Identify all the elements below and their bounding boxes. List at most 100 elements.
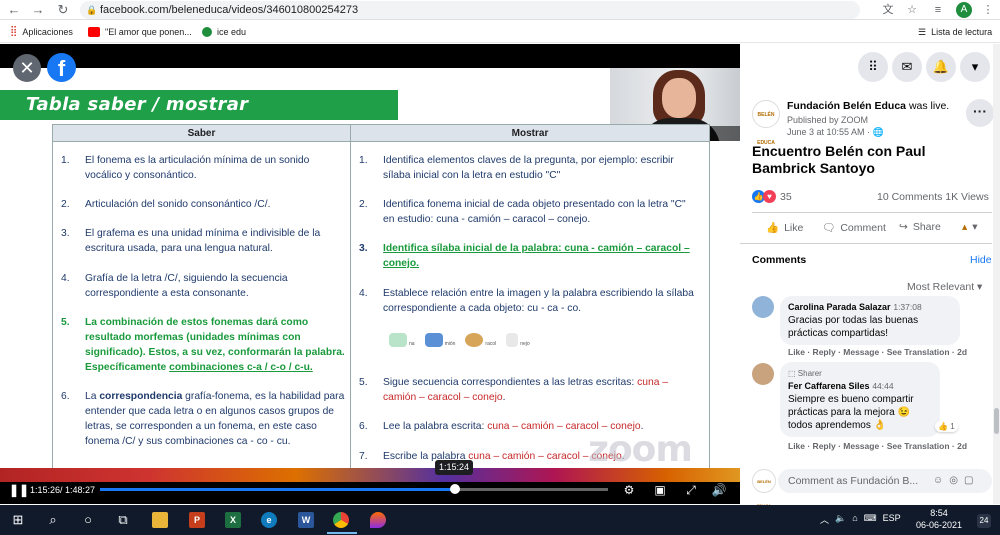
fullscreen-icon[interactable]: ⤢ [683,483,699,498]
divider [740,243,992,244]
truck-icon [424,333,443,347]
col-header-mostrar: Mostrar [351,125,709,142]
chevron-down-icon: ▾ [972,221,978,233]
file-explorer-icon[interactable] [152,512,168,528]
settings-icon[interactable]: ⚙ [621,483,637,497]
avatar[interactable] [752,363,774,385]
search-icon[interactable]: ⌕ [38,505,68,535]
comment-icon: 🗨 [822,222,836,234]
mostrar-item: 4. Establece relación entre la imagen y l… [359,288,694,314]
camera-icon[interactable]: ◎ [949,475,958,486]
seek-handle[interactable] [449,484,460,494]
gif-icon[interactable]: ▢ [964,475,973,486]
love-reaction-icon: ♥ [763,190,776,203]
translate-icon[interactable]: 文 [880,2,896,18]
bookmark-youtube[interactable]: "El amor que ponen... [88,21,192,43]
post-header: Fundación Belén Educa was live. [787,100,950,112]
notification-center-icon[interactable]: 24 [977,514,991,528]
apps-grid-icon: ⣿ [10,26,18,37]
comment-like-count[interactable]: 👍 1 [935,421,958,432]
comment-input-tools: ☺ ◎ ▢ [933,475,973,486]
comment-button[interactable]: 🗨 Comment [822,221,886,235]
apps-bookmark[interactable]: ⣿ Aplicaciones [10,21,73,43]
paint-app-icon[interactable] [370,512,386,528]
comment-view-counts[interactable]: 10 Comments 1K Views [877,191,989,203]
post-time[interactable]: June 3 at 10:55 AM · 🌐 [787,127,884,138]
saber-item: 4. Grafía de la letra /C/, siguiendo la s… [61,273,288,299]
like-button[interactable]: 👍 Like [766,221,803,235]
url-text: facebook.com/beleneduca/videos/346010800… [100,4,359,16]
profile-avatar[interactable]: A [956,2,972,18]
active-app-indicator [327,532,357,534]
volume-tray-icon[interactable]: 🔈 [835,513,846,526]
pip-icon[interactable]: ▣ [652,483,668,497]
word-icon[interactable]: W [298,512,314,528]
comment-actions[interactable]: Like · Reply · Message · See Translation… [788,441,967,451]
page-name-link[interactable]: Fundación Belén Educa [787,100,906,112]
keyboard-icon[interactable]: ⌨ [864,513,877,526]
like-reaction-icon: 👍 [938,422,948,431]
more-options-icon[interactable]: ··· [966,99,994,127]
avatar[interactable] [752,296,774,318]
forward-icon[interactable]: → [30,2,46,18]
pause-icon[interactable]: ❚❚ [9,483,29,497]
reading-list-icon[interactable]: ≡ [930,2,946,18]
account-dropdown-icon[interactable]: ▾ [960,52,990,82]
cortana-icon[interactable]: ○ [73,505,103,535]
video-top-bar [0,44,740,68]
messenger-icon[interactable]: ✉ [892,52,922,82]
taskbar-clock[interactable]: 8:54 06-06-2021 [916,507,962,531]
comment-bubble: Carolina Parada Salazar 1:37:08 Gracias … [780,296,960,345]
scrollbar[interactable] [993,44,1000,504]
caret-down-icon: ▾ [977,281,983,293]
menu-grid-icon[interactable]: ⠿ [858,52,888,82]
scrollbar-thumb[interactable] [994,408,999,434]
bookmark-ice-edu[interactable]: ice edu [202,21,246,43]
comment-text: Siempre es bueno compartir prácticas par… [788,394,914,431]
task-view-icon[interactable]: ⧉ [108,505,138,535]
close-icon[interactable]: ✕ [13,54,41,82]
page-logo[interactable]: BELÉN EDUCA [752,100,780,146]
commenter-name[interactable]: Fer Caffarena Siles [788,381,870,391]
post-as-dropdown[interactable]: ▴ ▾ [962,221,978,233]
mostrar-item: 5. Sigue secuencia correspondientes a las… [359,377,669,403]
browser-toolbar: ← → ↻ 🔒 facebook.com/beleneduca/videos/3… [0,0,1000,20]
tray-chevron-icon[interactable]: ︿ [820,513,829,526]
saber-item: 2. Articulación del sonido consonántico /… [61,199,271,210]
facebook-logo-icon[interactable]: f [47,53,76,82]
reload-icon[interactable]: ↻ [55,2,71,18]
youtube-icon [88,27,100,37]
mostrar-item-highlight: 3. Identifica sílaba inicial de la palabr… [359,243,690,269]
commenter-name[interactable]: Carolina Parada Salazar [788,302,891,312]
reading-list-icon: ☰ [918,27,927,37]
windows-start-icon[interactable]: ⊞ [3,505,33,535]
fb-top-actions: ⠿ ✉ 🔔 ▾ [740,44,1000,90]
video-player[interactable]: ✕ f Tabla saber / mostrar Alejandra Dan.… [0,44,740,504]
back-icon[interactable]: ← [6,2,22,18]
address-bar[interactable]: 🔒 facebook.com/beleneduca/videos/3460108… [80,1,860,19]
sharer-badge-icon: ⬚ [788,369,796,378]
language-indicator[interactable]: ESP [883,513,901,526]
excel-icon[interactable]: X [225,512,241,528]
snail-icon [465,333,484,347]
cradle-icon [389,333,407,347]
hide-comments-link[interactable]: Hide [970,254,992,266]
reading-list-button[interactable]: ☰ Lista de lectura [918,21,992,43]
emoji-icon[interactable]: ☺ [933,475,943,486]
saber-item: 6. La correspondencia grafía-fonema, es l… [61,391,345,447]
comment-actions[interactable]: Like · Reply · Message · See Translation… [788,347,967,357]
seek-progress [100,488,455,491]
powerpoint-icon[interactable]: P [189,512,205,528]
share-button[interactable]: ↪ Share [899,221,941,233]
star-icon[interactable]: ☆ [904,2,920,18]
ice-edu-icon [202,27,212,37]
chrome-icon[interactable] [333,512,349,528]
volume-icon[interactable]: 🔊 [711,483,727,497]
comment-sort-dropdown[interactable]: Most Relevant ▾ [907,281,982,293]
network-icon[interactable]: ⌂ [852,513,857,526]
menu-icon[interactable]: ⋮ [980,2,996,18]
edge-icon[interactable]: e [261,512,277,528]
reaction-summary[interactable]: 👍 ♥ 35 [752,190,792,203]
notifications-icon[interactable]: 🔔 [926,52,956,82]
slide-title: Tabla saber / mostrar [0,90,398,120]
